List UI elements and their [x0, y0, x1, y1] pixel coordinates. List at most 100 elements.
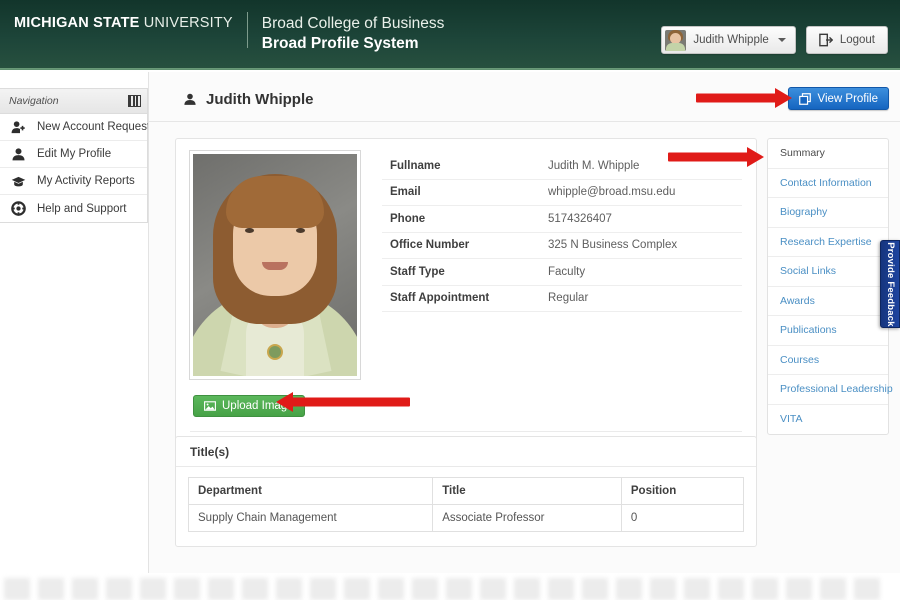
profile-field-row: Phone 5174326407 — [382, 206, 742, 233]
sidebar-header: Navigation — [0, 89, 147, 114]
profile-field-row: Fullname Judith M. Whipple — [382, 153, 742, 180]
panel-item-label: Biography — [780, 206, 828, 219]
footer-blurred-content — [0, 573, 900, 600]
view-profile-label: View Profile — [817, 92, 878, 105]
table-row: Supply Chain Management Associate Profes… — [187, 504, 745, 532]
college-name: Broad College of Business — [261, 15, 445, 32]
panel-item-contact-information[interactable]: Contact Information — [768, 169, 888, 198]
system-name: Broad Profile System — [261, 35, 419, 53]
sidebar-item-label: Help and Support — [37, 202, 127, 215]
provide-feedback-tab[interactable]: Provide Feedback — [880, 240, 900, 328]
avatar — [665, 29, 687, 51]
panel-item-awards[interactable]: Awards — [768, 287, 888, 316]
field-value: Judith M. Whipple — [548, 159, 640, 172]
provide-feedback-label: Provide Feedback — [884, 241, 896, 327]
sidebar-heading: Navigation — [9, 95, 59, 107]
cell-title: Associate Professor — [432, 504, 622, 532]
profile-card: Fullname Judith M. Whipple Email whipple… — [175, 138, 757, 443]
app-root: MICHIGAN STATE UNIVERSITY Broad College … — [0, 0, 900, 600]
sidebar-item-label: My Activity Reports — [37, 175, 135, 187]
field-value: 325 N Business Complex — [548, 239, 678, 252]
panel-item-label: Research Expertise — [780, 235, 872, 248]
user-menu-button[interactable]: Judith Whipple — [661, 26, 796, 54]
cell-department: Supply Chain Management — [187, 504, 434, 532]
user-icon — [184, 93, 196, 105]
msu-wordmark-bold: MICHIGAN STATE — [14, 15, 140, 31]
header-actions: Judith Whipple Logout — [661, 26, 888, 54]
chevron-down-icon — [777, 38, 786, 42]
panel-item-summary[interactable]: Summary — [768, 139, 888, 169]
page-title: Judith Whipple — [206, 91, 314, 108]
sidebar-item-help-and-support[interactable]: Help and Support — [0, 195, 147, 222]
panel-item-research-expertise[interactable]: Research Expertise — [768, 228, 888, 257]
panel-item-courses[interactable]: Courses — [768, 346, 888, 375]
titles-table: Department Title Position Supply Chain M… — [187, 477, 745, 532]
cell-position: 0 — [620, 504, 745, 532]
field-label: Fullname — [390, 159, 441, 172]
sidebar-item-label: New Account Request — [37, 121, 151, 133]
image-icon — [204, 401, 216, 411]
panel-item-label: Courses — [780, 353, 820, 366]
panel-item-label: Professional Leadership — [780, 383, 893, 396]
titles-table-wrapper: Department Title Position Supply Chain M… — [176, 467, 756, 546]
column-header-position: Position — [620, 477, 745, 505]
logout-button[interactable]: Logout — [805, 26, 888, 54]
upload-row: Upload Image — [176, 379, 756, 431]
panel-toggle-icon[interactable] — [128, 95, 141, 107]
sidebar-item-my-activity-reports[interactable]: My Activity Reports — [0, 168, 147, 195]
panel-item-label: Publications — [780, 324, 837, 337]
profile-field-row: Staff Appointment Regular — [382, 286, 742, 312]
sidebar-item-label: Edit My Profile — [37, 148, 112, 160]
panel-item-label: Awards — [780, 294, 815, 307]
brand-titles: Broad College of Business Broad Profile … — [262, 14, 445, 54]
brand-divider — [246, 12, 248, 48]
user-plus-icon — [11, 120, 26, 135]
panel-item-social-links[interactable]: Social Links — [768, 257, 888, 287]
field-label: Staff Appointment — [390, 292, 490, 305]
column-header-department: Department — [187, 477, 434, 505]
field-label: Office Number — [390, 239, 470, 252]
upload-image-label: Upload Image — [222, 400, 294, 412]
user-icon — [11, 147, 26, 162]
column-header-title: Title — [432, 477, 622, 505]
site-header: MICHIGAN STATE UNIVERSITY Broad College … — [0, 0, 900, 70]
panel-item-vita[interactable]: VITA — [768, 405, 888, 435]
table-header-row: Department Title Position — [187, 477, 745, 505]
panel-item-label: Contact Information — [780, 176, 872, 189]
profile-field-row: Office Number 325 N Business Complex — [382, 233, 742, 259]
upload-image-button[interactable]: Upload Image — [193, 395, 305, 417]
profile-card-top: Fullname Judith M. Whipple Email whipple… — [176, 139, 756, 379]
titles-heading: Title(s) — [190, 444, 230, 459]
logout-label: Logout — [839, 34, 875, 46]
field-label: Staff Type — [390, 265, 445, 278]
view-profile-button[interactable]: View Profile — [788, 87, 889, 110]
page-title-group: Judith Whipple — [183, 91, 313, 108]
graduation-cap-icon — [11, 174, 26, 189]
user-menu-label: Judith Whipple — [693, 34, 769, 46]
profile-photo — [190, 151, 360, 379]
brand-lockup: MICHIGAN STATE UNIVERSITY Broad College … — [14, 12, 445, 54]
msu-wordmark: MICHIGAN STATE UNIVERSITY — [14, 14, 233, 32]
profile-field-row: Staff Type Faculty — [382, 259, 742, 286]
profile-section-panel: Summary Contact Information Biography Re… — [767, 138, 893, 435]
field-value: Faculty — [548, 265, 586, 278]
field-value: whipple@broad.msu.edu — [548, 186, 676, 199]
sidebar-item-new-account-request[interactable]: New Account Request — [0, 114, 151, 141]
lifebuoy-icon — [11, 201, 26, 216]
footer-strip — [0, 573, 900, 600]
profile-fields: Fullname Judith M. Whipple Email whipple… — [382, 151, 742, 379]
panel-item-publications[interactable]: Publications — [768, 316, 888, 346]
field-label: Email — [390, 186, 421, 199]
panel-item-professional-leadership[interactable]: Professional Leadership — [768, 375, 893, 405]
panel-item-label: Summary — [780, 147, 825, 160]
logout-icon — [818, 33, 833, 47]
sidebar-item-edit-my-profile[interactable]: Edit My Profile — [0, 141, 147, 168]
sidebar: Navigation New Account Request Edit My P — [0, 88, 151, 223]
field-value: Regular — [548, 292, 589, 305]
profile-field-row: Email whipple@broad.msu.edu — [382, 180, 742, 206]
panel-item-biography[interactable]: Biography — [768, 198, 888, 228]
msu-wordmark-light: UNIVERSITY — [143, 15, 233, 31]
field-label: Phone — [390, 212, 426, 225]
window-copy-icon — [799, 92, 812, 105]
main-content: Judith Whipple View Profile Fullname Jud… — [148, 72, 900, 600]
